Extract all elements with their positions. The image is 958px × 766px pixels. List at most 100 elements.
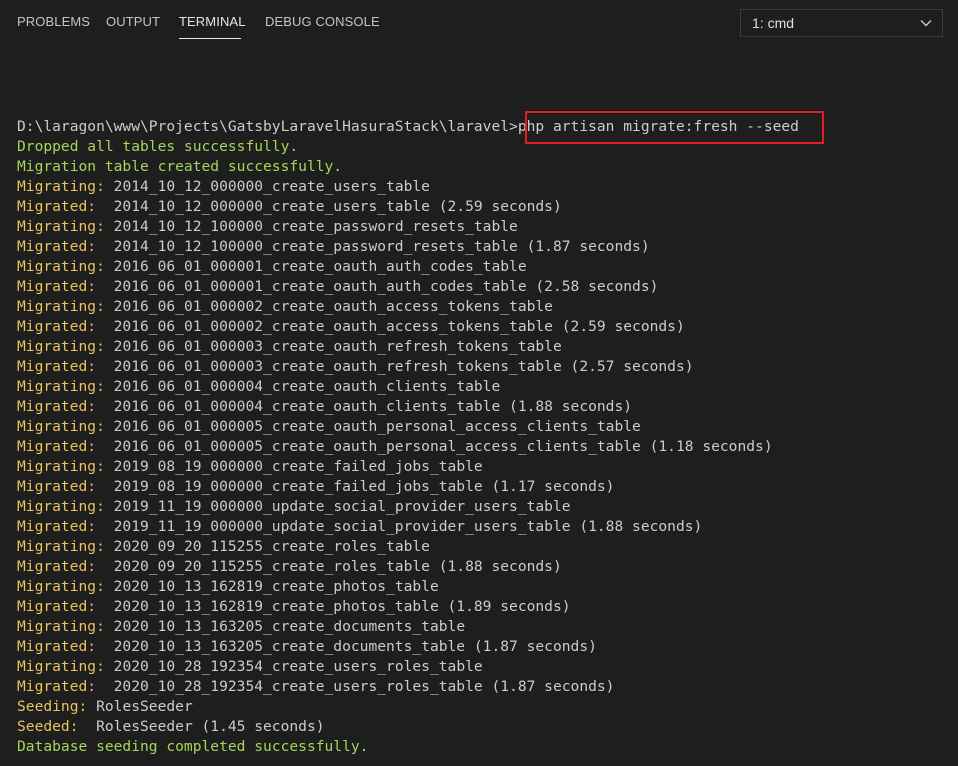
- status-detail: 2014_10_12_000000_create_users_table (2.…: [96, 198, 562, 215]
- status-detail: 2020_09_20_115255_create_roles_table (1.…: [96, 558, 562, 575]
- terminal-line: Migration table created successfully.: [17, 157, 947, 177]
- status-label: Migrating:: [17, 218, 105, 235]
- terminal-line: Migrating: 2019_11_19_000000_update_soci…: [17, 497, 947, 517]
- terminal-line: Migrating: 2016_06_01_000002_create_oaut…: [17, 297, 947, 317]
- terminal-line: Migrated: 2019_08_19_000000_create_faile…: [17, 477, 947, 497]
- status-label: Seeding:: [17, 698, 88, 715]
- status-detail: 2016_06_01_000004_create_oauth_clients_t…: [104, 378, 501, 395]
- status-detail: 2016_06_01_000003_create_oauth_refresh_t…: [104, 338, 562, 355]
- status-label: Migrating:: [17, 298, 105, 315]
- status-label: Migrated:: [17, 638, 97, 655]
- active-tab-indicator: [179, 38, 241, 39]
- status-label: Migrating:: [17, 338, 105, 355]
- tab-output[interactable]: OUTPUT: [106, 14, 160, 29]
- tab-terminal[interactable]: TERMINAL: [179, 14, 246, 29]
- status-detail: 2020_10_13_162819_create_photos_table (1…: [96, 598, 571, 615]
- terminal-line: Migrated: 2016_06_01_000002_create_oauth…: [17, 317, 947, 337]
- terminal-line: Migrated: 2020_10_13_162819_create_photo…: [17, 597, 947, 617]
- status-label: Migrating:: [17, 418, 105, 435]
- status-label: Migrating:: [17, 498, 105, 515]
- status-detail: 2014_10_12_100000_create_password_resets…: [104, 218, 518, 235]
- terminal-line: Migrating: 2016_06_01_000005_create_oaut…: [17, 417, 947, 437]
- success-message: Migration table created successfully.: [17, 158, 343, 175]
- status-detail: 2019_11_19_000000_update_social_provider…: [104, 498, 571, 515]
- terminal-instance-select[interactable]: 1: cmd: [740, 9, 943, 37]
- terminal-line: Migrating: 2016_06_01_000003_create_oaut…: [17, 337, 947, 357]
- status-detail: 2020_10_13_162819_create_photos_table: [104, 578, 439, 595]
- status-detail: 2016_06_01_000005_create_oauth_personal_…: [96, 438, 773, 455]
- status-label: Migrated:: [17, 678, 97, 695]
- status-label: Migrated:: [17, 478, 97, 495]
- command-prompt: D:\laragon\www\Projects\GatsbyLaravelHas…: [17, 118, 518, 135]
- chevron-down-icon: [920, 20, 932, 27]
- status-label: Migrated:: [17, 398, 97, 415]
- status-detail: 2020_10_13_163205_create_documents_table: [104, 618, 466, 635]
- status-detail: RolesSeeder (1.45 seconds): [78, 718, 325, 735]
- status-detail: 2019_11_19_000000_update_social_provider…: [96, 518, 703, 535]
- status-label: Migrated:: [17, 198, 97, 215]
- status-detail: 2014_10_12_000000_create_users_table: [104, 178, 430, 195]
- status-label: Migrated:: [17, 438, 97, 455]
- status-label: Migrating:: [17, 658, 105, 675]
- panel-tab-bar: PROBLEMS OUTPUT TERMINAL DEBUG CONSOLE 1…: [0, 0, 958, 46]
- terminal-line: Migrating: 2014_10_12_000000_create_user…: [17, 177, 947, 197]
- status-label: Migrating:: [17, 258, 105, 275]
- tab-debug-console[interactable]: DEBUG CONSOLE: [265, 14, 380, 29]
- status-detail: 2019_08_19_000000_create_failed_jobs_tab…: [104, 458, 483, 475]
- status-label: Migrated:: [17, 598, 97, 615]
- terminal-line: Migrating: 2014_10_12_100000_create_pass…: [17, 217, 947, 237]
- terminal-line: Migrated: 2016_06_01_000004_create_oauth…: [17, 397, 947, 417]
- terminal-line: Migrated: 2020_09_20_115255_create_roles…: [17, 557, 947, 577]
- terminal-line: Migrated: 2020_10_13_163205_create_docum…: [17, 637, 947, 657]
- status-detail: 2020_10_13_163205_create_documents_table…: [96, 638, 597, 655]
- terminal-output[interactable]: D:\laragon\www\Projects\GatsbyLaravelHas…: [17, 117, 947, 757]
- status-detail: 2020_10_28_192354_create_users_roles_tab…: [104, 658, 483, 675]
- status-label: Migrated:: [17, 238, 97, 255]
- terminal-line: Migrating: 2020_10_28_192354_create_user…: [17, 657, 947, 677]
- status-detail: 2016_06_01_000005_create_oauth_personal_…: [104, 418, 641, 435]
- status-detail: RolesSeeder: [87, 698, 193, 715]
- status-label: Migrating:: [17, 538, 105, 555]
- terminal-line: Migrating: 2016_06_01_000004_create_oaut…: [17, 377, 947, 397]
- success-message: Dropped all tables successfully.: [17, 138, 299, 155]
- status-label: Migrating:: [17, 178, 105, 195]
- tab-problems[interactable]: PROBLEMS: [17, 14, 90, 29]
- terminal-line: Migrated: 2016_06_01_000001_create_oauth…: [17, 277, 947, 297]
- terminal-line: Migrating: 2019_08_19_000000_create_fail…: [17, 457, 947, 477]
- status-label: Migrating:: [17, 458, 105, 475]
- terminal-line: Migrated: 2016_06_01_000005_create_oauth…: [17, 437, 947, 457]
- terminal-line: Migrating: 2020_09_20_115255_create_role…: [17, 537, 947, 557]
- terminal-line: Migrating: 2016_06_01_000001_create_oaut…: [17, 257, 947, 277]
- status-detail: 2016_06_01_000001_create_oauth_auth_code…: [96, 278, 659, 295]
- status-label: Migrated:: [17, 278, 97, 295]
- status-detail: 2014_10_12_100000_create_password_resets…: [96, 238, 650, 255]
- status-label: Seeded:: [17, 718, 79, 735]
- status-label: Migrating:: [17, 378, 105, 395]
- terminal-line: Migrated: 2020_10_28_192354_create_users…: [17, 677, 947, 697]
- status-detail: 2020_10_28_192354_create_users_roles_tab…: [96, 678, 615, 695]
- terminal-line: Migrated: 2014_10_12_000000_create_users…: [17, 197, 947, 217]
- status-label: Migrated:: [17, 518, 97, 535]
- terminal-line: Database seeding completed successfully.: [17, 737, 947, 757]
- status-detail: 2019_08_19_000000_create_failed_jobs_tab…: [96, 478, 615, 495]
- status-detail: 2016_06_01_000002_create_oauth_access_to…: [104, 298, 553, 315]
- success-message: Database seeding completed successfully.: [17, 738, 369, 755]
- status-detail: 2016_06_01_000001_create_oauth_auth_code…: [104, 258, 527, 275]
- terminal-line: Seeding: RolesSeeder: [17, 697, 947, 717]
- status-label: Migrating:: [17, 618, 105, 635]
- command-text: php artisan migrate:fresh --seed: [517, 118, 799, 135]
- terminal-line: Migrating: 2020_10_13_162819_create_phot…: [17, 577, 947, 597]
- status-detail: 2016_06_01_000003_create_oauth_refresh_t…: [96, 358, 694, 375]
- terminal-line: Seeded: RolesSeeder (1.45 seconds): [17, 717, 947, 737]
- terminal-panel: PROBLEMS OUTPUT TERMINAL DEBUG CONSOLE 1…: [0, 0, 958, 766]
- terminal-line: Migrating: 2020_10_13_163205_create_docu…: [17, 617, 947, 637]
- status-label: Migrated:: [17, 358, 97, 375]
- command-line: D:\laragon\www\Projects\GatsbyLaravelHas…: [17, 117, 947, 137]
- terminal-select-value: 1: cmd: [752, 15, 795, 31]
- terminal-line: Dropped all tables successfully.: [17, 137, 947, 157]
- status-detail: 2016_06_01_000004_create_oauth_clients_t…: [96, 398, 633, 415]
- status-label: Migrated:: [17, 558, 97, 575]
- status-label: Migrated:: [17, 318, 97, 335]
- terminal-line: Migrated: 2016_06_01_000003_create_oauth…: [17, 357, 947, 377]
- terminal-line: Migrated: 2014_10_12_100000_create_passw…: [17, 237, 947, 257]
